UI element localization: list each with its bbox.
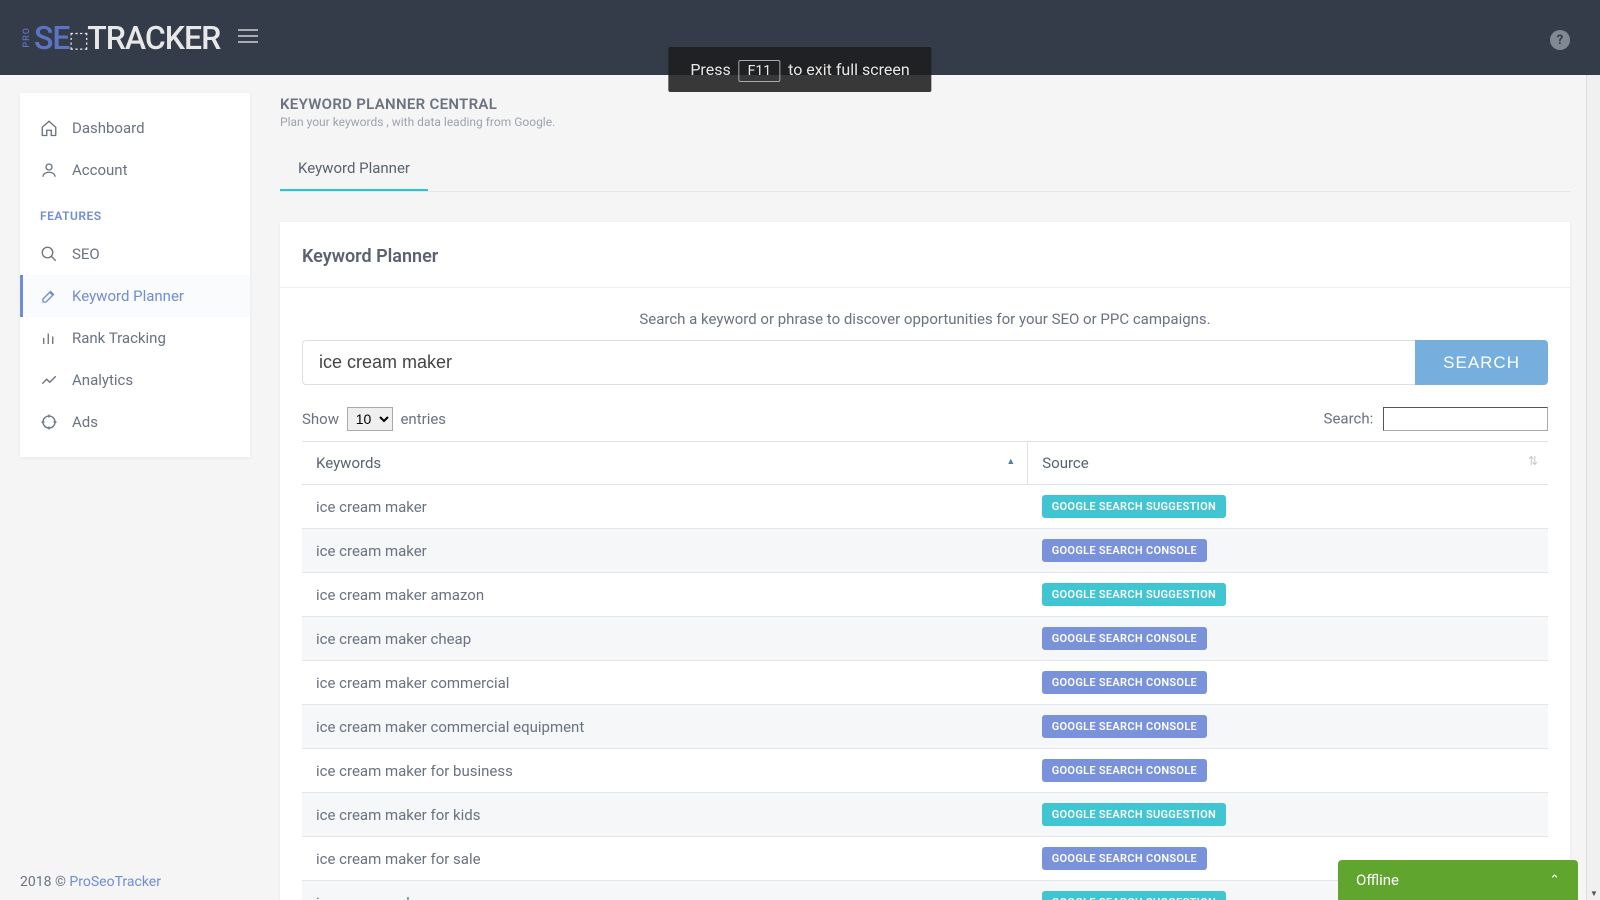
chat-status: Offline: [1356, 871, 1399, 889]
keyword-cell: ice cream maker commercial: [302, 661, 1028, 705]
chevron-up-icon: ⌃: [1549, 873, 1560, 888]
scroll-down-arrow[interactable]: ▼: [1587, 886, 1600, 900]
source-badge: GOOGLE SEARCH SUGGESTION: [1042, 495, 1226, 518]
sidebar-item-label: Account: [72, 161, 128, 179]
sidebar-item-label: Ads: [72, 413, 98, 431]
line-chart-icon: [40, 371, 58, 389]
table-row[interactable]: ice cream maker for business GOOGLE SEARC…: [302, 749, 1548, 793]
source-badge: GOOGLE SEARCH SUGGESTION: [1042, 583, 1226, 606]
show-label: Show: [302, 410, 339, 428]
bar-chart-icon: [40, 329, 58, 347]
sidebar-section-features: FEATURES: [20, 191, 250, 233]
page-subtitle: Plan your keywords , with data leading f…: [280, 115, 1570, 129]
sidebar-item-label: Keyword Planner: [72, 287, 184, 305]
menu-toggle-button[interactable]: [238, 28, 258, 48]
app-logo[interactable]: PRO SE ⬚ TRACKER: [22, 19, 220, 57]
logo-icon: ⬚: [68, 28, 88, 53]
keyword-cell: ice cream maker for kids: [302, 793, 1028, 837]
source-cell: GOOGLE SEARCH CONSOLE: [1028, 661, 1548, 705]
search-button[interactable]: SEARCH: [1415, 340, 1548, 385]
fullscreen-hint: Press F11 to exit full screen: [668, 47, 931, 92]
keyword-cell: ice cream maker cheap: [302, 617, 1028, 661]
keyword-cell: ice cream maker commercial equipment: [302, 705, 1028, 749]
table-row[interactable]: ice cream maker amazon GOOGLE SEARCH SUGG…: [302, 573, 1548, 617]
source-cell: GOOGLE SEARCH SUGGESTION: [1028, 793, 1548, 837]
keyword-cell: ice cream maker for sale: [302, 837, 1028, 881]
source-cell: GOOGLE SEARCH CONSOLE: [1028, 705, 1548, 749]
keyword-search-input[interactable]: [302, 340, 1415, 385]
sidebar-item-seo[interactable]: SEO: [20, 233, 250, 275]
source-badge: GOOGLE SEARCH SUGGESTION: [1042, 891, 1226, 900]
keywords-table: Keywords Source ice cream maker GOOGLE SE…: [302, 441, 1548, 900]
target-icon: [40, 413, 58, 431]
sidebar-item-analytics[interactable]: Analytics: [20, 359, 250, 401]
logo-pro: PRO: [22, 27, 32, 48]
source-badge: GOOGLE SEARCH CONSOLE: [1042, 847, 1207, 870]
keyword-cell: ice cream maker: [302, 485, 1028, 529]
fullscreen-rest: to exit full screen: [788, 60, 910, 79]
page-header: KEYWORD PLANNER CENTRAL Plan your keywor…: [280, 95, 1570, 129]
sidebar-item-keyword-planner[interactable]: Keyword Planner: [20, 275, 250, 317]
logo-tracker: TRACKER: [87, 19, 220, 57]
source-badge: GOOGLE SEARCH CONSOLE: [1042, 627, 1207, 650]
column-keywords[interactable]: Keywords: [302, 442, 1028, 485]
table-row[interactable]: ice cream maker commercial equipment GOOG…: [302, 705, 1548, 749]
help-icon[interactable]: ?: [1550, 30, 1570, 50]
table-row[interactable]: ice cream maker GOOGLE SEARCH CONSOLE: [302, 529, 1548, 573]
keyword-cell: ice cream maker game: [302, 881, 1028, 900]
table-row[interactable]: ice cream maker commercial GOOGLE SEARCH …: [302, 661, 1548, 705]
edit-icon: [40, 287, 58, 305]
search-icon: [40, 245, 58, 263]
entries-label: entries: [400, 410, 446, 428]
source-cell: GOOGLE SEARCH CONSOLE: [1028, 749, 1548, 793]
search-hint: Search a keyword or phrase to discover o…: [302, 310, 1548, 328]
footer: 2018 © ProSeoTracker: [20, 874, 161, 890]
card-title: Keyword Planner: [280, 242, 1570, 288]
source-cell: GOOGLE SEARCH CONSOLE: [1028, 529, 1548, 573]
tabs: Keyword Planner: [280, 147, 1570, 192]
sidebar-item-dashboard[interactable]: Dashboard: [20, 107, 250, 149]
sidebar-item-rank-tracking[interactable]: Rank Tracking: [20, 317, 250, 359]
sidebar-item-label: SEO: [72, 245, 100, 263]
page-title: KEYWORD PLANNER CENTRAL: [280, 95, 1570, 113]
source-cell: GOOGLE SEARCH CONSOLE: [1028, 617, 1548, 661]
sidebar-item-label: Analytics: [72, 371, 133, 389]
main-content: KEYWORD PLANNER CENTRAL Plan your keywor…: [250, 75, 1600, 900]
source-badge: GOOGLE SEARCH CONSOLE: [1042, 539, 1207, 562]
sidebar-item-label: Rank Tracking: [72, 329, 166, 347]
entries-control: Show 10 entries: [302, 407, 446, 431]
column-source[interactable]: Source: [1028, 442, 1548, 485]
keyword-planner-card: Keyword Planner Search a keyword or phra…: [280, 222, 1570, 900]
sidebar-item-label: Dashboard: [72, 119, 145, 137]
filter-label: Search:: [1324, 410, 1374, 428]
logo-se: SE: [34, 19, 69, 57]
table-filter-input[interactable]: [1383, 407, 1548, 431]
footer-brand-link[interactable]: ProSeoTracker: [69, 874, 161, 890]
source-badge: GOOGLE SEARCH CONSOLE: [1042, 759, 1207, 782]
user-icon: [40, 161, 58, 179]
fullscreen-key: F11: [739, 60, 780, 82]
footer-year: 2018 ©: [20, 874, 69, 890]
source-badge: GOOGLE SEARCH SUGGESTION: [1042, 803, 1226, 826]
table-row[interactable]: ice cream maker cheap GOOGLE SEARCH CONSO…: [302, 617, 1548, 661]
sidebar-item-account[interactable]: Account: [20, 149, 250, 191]
tab-keyword-planner[interactable]: Keyword Planner: [280, 147, 428, 191]
table-row[interactable]: ice cream maker for kids GOOGLE SEARCH SU…: [302, 793, 1548, 837]
sidebar-item-ads[interactable]: Ads: [20, 401, 250, 443]
sidebar: Dashboard Account FEATURES SEO Keyword P…: [20, 93, 250, 457]
chat-widget[interactable]: Offline ⌃: [1338, 860, 1578, 900]
source-badge: GOOGLE SEARCH CONSOLE: [1042, 715, 1207, 738]
keyword-cell: ice cream maker for business: [302, 749, 1028, 793]
home-icon: [40, 119, 58, 137]
keyword-cell: ice cream maker: [302, 529, 1028, 573]
fullscreen-press: Press: [690, 60, 730, 79]
table-row[interactable]: ice cream maker GOOGLE SEARCH SUGGESTION: [302, 485, 1548, 529]
page-scrollbar[interactable]: ▲ ▼: [1586, 0, 1600, 900]
source-cell: GOOGLE SEARCH SUGGESTION: [1028, 573, 1548, 617]
filter-control: Search:: [1324, 407, 1548, 431]
keyword-cell: ice cream maker amazon: [302, 573, 1028, 617]
source-cell: GOOGLE SEARCH SUGGESTION: [1028, 485, 1548, 529]
source-badge: GOOGLE SEARCH CONSOLE: [1042, 671, 1207, 694]
entries-select[interactable]: 10: [347, 407, 393, 431]
